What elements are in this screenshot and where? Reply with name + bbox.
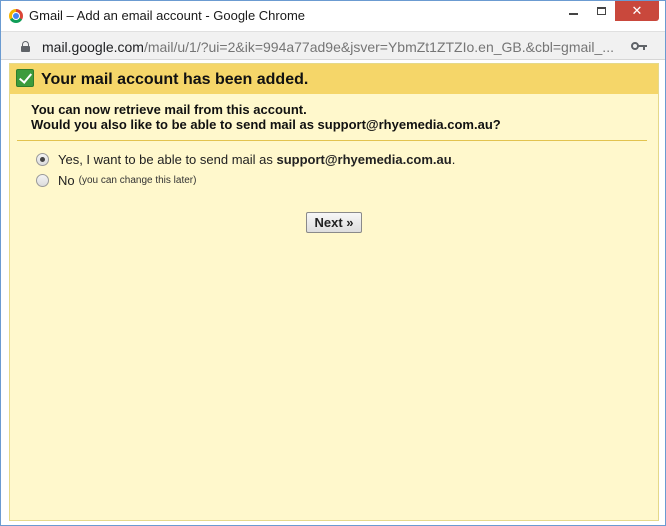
banner-title: Your mail account has been added. [41,71,309,88]
url-text[interactable]: mail.google.com/mail/u/1/?ui=2&ik=994a77… [42,39,622,55]
option-no-hint: (you can change this later) [78,175,197,186]
address-bar: mail.google.com/mail/u/1/?ui=2&ik=994a77… [1,31,665,60]
url-path: /mail/u/1/?ui=2&ik=994a77ad9e&jsver=YbmZ… [143,39,614,55]
checkmark-icon [16,69,34,87]
window-controls: ✕ [559,1,659,23]
url-domain: mail.google.com [42,39,144,55]
title-bar: Gmail – Add an email account - Google Ch… [1,1,665,31]
intro-text: You can now retrieve mail from this acco… [31,102,631,132]
close-button[interactable]: ✕ [615,1,659,21]
radio-no[interactable] [36,174,49,187]
option-yes-suffix: . [451,152,456,167]
option-yes-label: Yes, I want to be able to send mail as [58,152,273,167]
option-yes[interactable]: Yes, I want to be able to send mail as s… [36,152,455,167]
close-icon: ✕ [631,3,643,18]
lock-icon[interactable] [21,41,30,52]
option-yes-email: support@rhyemedia.com.au [276,152,452,167]
divider [17,140,647,141]
chrome-icon [9,9,23,23]
intro-line-2: Would you also like to be able to send m… [31,117,501,132]
next-button[interactable]: Next » [306,212,362,233]
maximize-button[interactable] [587,1,615,21]
success-banner: Your mail account has been added. [10,64,658,94]
minimize-button[interactable] [559,1,587,21]
intro-line-1: You can now retrieve mail from this acco… [31,102,307,117]
radio-yes[interactable] [36,153,49,166]
browser-window: Gmail – Add an email account - Google Ch… [0,0,666,526]
maximize-icon [596,7,606,15]
window-title: Gmail – Add an email account - Google Ch… [29,8,306,23]
key-icon[interactable] [631,41,647,51]
option-no-label: No [58,173,75,188]
dialog-content: Your mail account has been added. You ca… [9,63,659,521]
minimize-icon [568,13,578,15]
option-no[interactable]: No (you can change this later) [36,173,196,188]
